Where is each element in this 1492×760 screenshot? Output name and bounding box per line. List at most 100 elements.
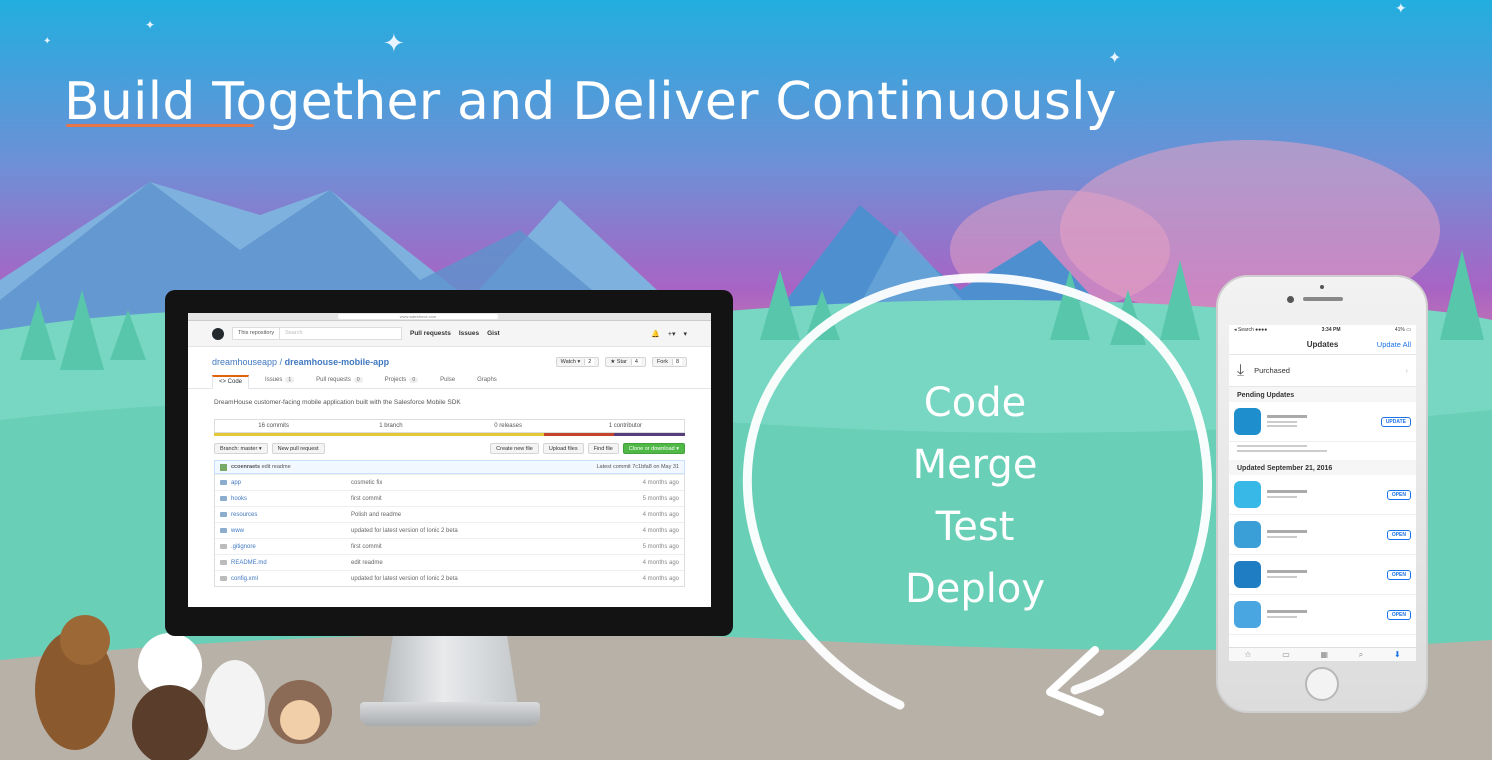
repo-name[interactable]: dreamhouse-mobile-app xyxy=(285,357,390,367)
avatar xyxy=(220,463,227,471)
branch-select[interactable]: Branch: master ▾ xyxy=(214,443,268,454)
nav-gist[interactable]: Gist xyxy=(487,330,500,337)
download-arrow-icon: ⤓ xyxy=(1237,361,1245,379)
user-icon[interactable]: ▾ xyxy=(683,330,687,338)
file-name[interactable]: .gitignore xyxy=(231,544,351,550)
tab-projects[interactable]: Projects 0 xyxy=(379,375,424,388)
search-input[interactable]: This repository Search xyxy=(232,327,402,340)
updated-section-header: Updated September 21, 2016 xyxy=(1229,460,1416,475)
nav-issues[interactable]: Issues xyxy=(459,330,479,337)
update-all-button[interactable]: Update All xyxy=(1377,340,1411,349)
tab-pull-requests[interactable]: Pull requests 0 xyxy=(310,375,368,388)
file-name[interactable]: README.md xyxy=(231,560,351,566)
file-name[interactable]: hooks xyxy=(231,496,351,502)
file-age: 4 months ago xyxy=(642,479,679,486)
github-logo-icon[interactable] xyxy=(212,327,224,340)
sparkle-icon: ✦ xyxy=(1108,50,1122,67)
commit-info: Latest commit 7c1bfa8 on May 31 xyxy=(596,464,679,470)
fork-button[interactable]: Fork 8 xyxy=(651,357,687,367)
bell-icon[interactable]: 🔔 xyxy=(651,330,660,338)
updated-app-row[interactable]: OPEN xyxy=(1229,595,1416,635)
upload-files-button[interactable]: Upload files xyxy=(542,443,584,454)
file-list: app cosmetic fix 4 months ago hooks first c… xyxy=(214,474,685,587)
sparkle-icon: ✦ xyxy=(145,18,156,32)
file-row[interactable]: app cosmetic fix 4 months ago xyxy=(215,474,684,490)
top-charts-tab-icon[interactable]: ▦ xyxy=(1320,650,1328,659)
navigation-bar: Updates Update All xyxy=(1229,335,1416,355)
update-button[interactable]: UPDATE xyxy=(1380,416,1411,427)
releases-link[interactable]: 0 releases xyxy=(450,423,567,429)
sparkle-icon: ✦ xyxy=(1395,0,1407,16)
file-message[interactable]: updated for latest version of Ionic 2 be… xyxy=(351,528,643,534)
app-icon xyxy=(1234,561,1261,588)
release-notes xyxy=(1229,442,1416,460)
file-row[interactable]: hooks first commit 5 months ago xyxy=(215,490,684,506)
title-underline xyxy=(66,124,254,127)
sparkle-icon: ✦ xyxy=(43,36,52,47)
featured-tab-icon[interactable]: ☆ xyxy=(1244,650,1251,659)
purchased-row[interactable]: ⤓ Purchased › xyxy=(1229,355,1416,387)
folder-icon xyxy=(220,528,227,533)
cycle-step-merge: Merge xyxy=(912,442,1038,488)
slide-title: Build Together and Deliver Continuously xyxy=(64,72,1117,132)
new-pull-request-button[interactable]: New pull request xyxy=(271,443,325,454)
repo-owner[interactable]: dreamhouseapp xyxy=(212,357,277,367)
home-button[interactable] xyxy=(1305,667,1339,701)
tab-count: 0 xyxy=(409,377,419,383)
contributors-link[interactable]: 1 contributor xyxy=(567,423,684,429)
file-row[interactable]: resources Polish and readme 4 months ago xyxy=(215,506,684,522)
updated-app-row[interactable]: OPEN xyxy=(1229,475,1416,515)
tab-code[interactable]: <> Code xyxy=(212,375,250,389)
sparkle-icon: ✦ xyxy=(383,28,405,58)
file-message[interactable]: cosmetic fix xyxy=(351,480,643,486)
tab-count: 1 xyxy=(285,377,295,383)
repo-description: DreamHouse customer-facing mobile applic… xyxy=(214,399,461,406)
categories-tab-icon[interactable]: ▭ xyxy=(1282,650,1290,659)
file-message[interactable]: edit readme xyxy=(351,560,643,566)
branches-link[interactable]: 1 branch xyxy=(332,423,449,429)
file-name[interactable]: www xyxy=(231,528,351,534)
file-name[interactable]: resources xyxy=(231,512,351,518)
file-row[interactable]: .gitignore first commit 5 months ago xyxy=(215,538,684,554)
updated-app-row[interactable]: OPEN xyxy=(1229,515,1416,555)
pending-app-row[interactable]: UPDATE xyxy=(1229,402,1416,442)
file-name[interactable]: config.xml xyxy=(231,576,351,582)
file-message[interactable]: updated for latest version of Ionic 2 be… xyxy=(351,576,643,582)
find-file-button[interactable]: Find file xyxy=(587,443,619,454)
phone-speaker xyxy=(1303,297,1343,301)
star-label: ★ Star xyxy=(610,359,627,365)
watch-button[interactable]: Watch ▾ 2 xyxy=(555,357,600,367)
tab-issues[interactable]: Issues 1 xyxy=(259,375,300,388)
updated-app-row[interactable]: OPEN xyxy=(1229,555,1416,595)
file-message[interactable]: Polish and readme xyxy=(351,512,643,518)
file-message[interactable]: first commit xyxy=(351,496,643,502)
file-row[interactable]: www updated for latest version of Ionic 2… xyxy=(215,522,684,538)
commit-author[interactable]: ccoenraets xyxy=(231,464,260,470)
tab-pulse[interactable]: Pulse xyxy=(434,375,461,388)
open-button[interactable]: OPEN xyxy=(1386,569,1411,580)
file-age: 4 months ago xyxy=(642,575,679,582)
fork-count: 8 xyxy=(671,359,682,365)
github-browser-window: www.salesforce.com This repository Searc… xyxy=(188,313,711,607)
file-message[interactable]: first commit xyxy=(351,544,643,550)
clone-button[interactable]: Clone or download ▾ xyxy=(622,443,685,454)
updates-tab-icon[interactable]: ⬇ xyxy=(1394,650,1401,659)
open-button[interactable]: OPEN xyxy=(1386,609,1411,620)
chevron-right-icon: › xyxy=(1405,366,1409,375)
plus-icon[interactable]: +▾ xyxy=(668,330,676,338)
open-button[interactable]: OPEN xyxy=(1386,529,1411,540)
tab-graphs[interactable]: Graphs xyxy=(471,375,503,388)
create-file-button[interactable]: Create new file xyxy=(490,443,539,454)
commits-link[interactable]: 16 commits xyxy=(215,423,332,429)
file-row[interactable]: README.md edit readme 4 months ago xyxy=(215,554,684,570)
nav-pull-requests[interactable]: Pull requests xyxy=(410,330,451,337)
address-bar[interactable]: www.salesforce.com xyxy=(338,314,498,319)
open-button[interactable]: OPEN xyxy=(1386,489,1411,500)
language-segment xyxy=(543,433,615,436)
commit-message[interactable]: edit readme xyxy=(262,464,291,470)
star-button[interactable]: ★ Star 4 xyxy=(605,357,646,367)
file-name[interactable]: app xyxy=(231,480,351,486)
file-row[interactable]: config.xml updated for latest version of … xyxy=(215,570,684,586)
tab-label: <> Code xyxy=(219,379,243,385)
search-tab-icon[interactable]: ⌕ xyxy=(1359,650,1363,660)
